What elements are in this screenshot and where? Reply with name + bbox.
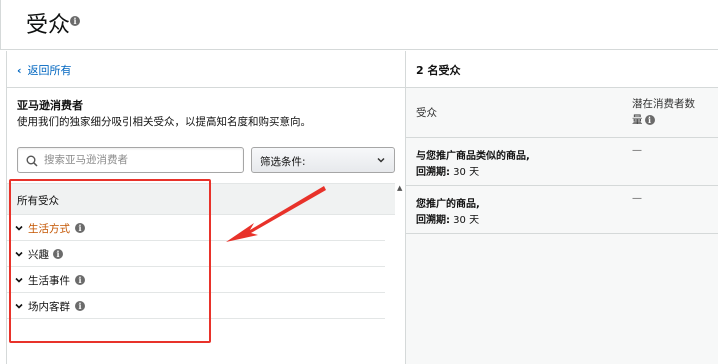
- info-icon[interactable]: i: [53, 249, 63, 259]
- lookback: 回溯期: 30 天: [416, 163, 479, 178]
- table-header: 受众 潜在消费者数 量i: [406, 88, 718, 138]
- page-title: 受众: [26, 13, 71, 38]
- audience-name: 您推广的商品,: [416, 199, 480, 210]
- section-title: 亚马逊消费者: [17, 99, 83, 112]
- lookback: 回溯期: 30 天: [416, 211, 479, 226]
- tree-item-label: 场内客群: [28, 301, 70, 313]
- back-link-label: 返回所有: [27, 64, 72, 77]
- filter-dropdown[interactable]: 筛选条件:: [251, 147, 395, 173]
- selected-count: 2 名受众: [416, 64, 461, 77]
- chevron-down-icon: [15, 303, 23, 309]
- table-row[interactable]: 您推广的商品, 回溯期: 30 天 —: [406, 187, 718, 234]
- filter-label: 筛选条件:: [260, 156, 306, 168]
- tree-item-in-market[interactable]: 场内客群 i: [7, 293, 385, 319]
- audience-browser: ‹ 返回所有 亚马逊消费者 使用我们的独家细分吸引相关受众，以提高知名度和购买意向…: [6, 51, 405, 364]
- info-icon[interactable]: i: [75, 275, 85, 285]
- tree-item-label: 兴趣: [28, 249, 49, 261]
- potential-value: —: [632, 145, 642, 156]
- search-icon: [26, 155, 38, 167]
- page-header: 受众 i: [0, 0, 718, 50]
- chevron-down-icon: [377, 157, 385, 163]
- search-box[interactable]: [17, 147, 244, 173]
- lookback-label: 回溯期:: [416, 167, 450, 178]
- tree-item-label: 生活方式: [28, 223, 70, 235]
- tree-item-interests[interactable]: 兴趣 i: [7, 241, 385, 267]
- column-header-potential-line2: 量: [632, 114, 643, 126]
- chevron-left-icon: ‹: [17, 64, 22, 77]
- tree-header-label: 所有受众: [17, 195, 59, 207]
- chevron-down-icon: [15, 277, 23, 283]
- tree-item-label: 生活事件: [28, 275, 70, 287]
- info-icon[interactable]: i: [70, 16, 80, 26]
- info-icon[interactable]: i: [75, 301, 85, 311]
- column-header-audience: 受众: [416, 107, 437, 119]
- audience-name: 与您推广商品类似的商品,: [416, 151, 530, 162]
- back-row: ‹ 返回所有: [7, 51, 405, 88]
- tree-item-lifestyle[interactable]: 生活方式 i: [7, 215, 385, 241]
- lookback-value: 30 天: [450, 215, 480, 226]
- lookback-label: 回溯期:: [416, 215, 450, 226]
- table-row[interactable]: 与您推广商品类似的商品, 回溯期: 30 天 —: [406, 139, 718, 186]
- column-header-potential-line1: 潜在消费者数: [632, 98, 695, 110]
- tree-header: 所有受众: [7, 183, 395, 215]
- back-to-all-link[interactable]: ‹ 返回所有: [17, 62, 72, 78]
- chevron-down-icon: [15, 225, 23, 231]
- info-icon[interactable]: i: [644, 115, 655, 125]
- section-description: 使用我们的独家细分吸引相关受众，以提高知名度和购买意向。: [17, 116, 311, 128]
- selected-count-header: 2 名受众: [406, 51, 718, 88]
- selected-audiences-panel: 2 名受众 受众 潜在消费者数 量i 与您推广商品类似的商品, 回溯期: 30 …: [405, 51, 718, 364]
- potential-value: —: [632, 193, 642, 204]
- lookback-value: 30 天: [450, 167, 480, 178]
- search-input[interactable]: [44, 151, 239, 169]
- chevron-down-icon: [15, 251, 23, 257]
- column-header-potential: 潜在消费者数 量i: [632, 96, 712, 128]
- tree-item-life-events[interactable]: 生活事件 i: [7, 267, 385, 293]
- info-icon[interactable]: i: [75, 223, 85, 233]
- scroll-up-icon[interactable]: ▲: [397, 185, 403, 192]
